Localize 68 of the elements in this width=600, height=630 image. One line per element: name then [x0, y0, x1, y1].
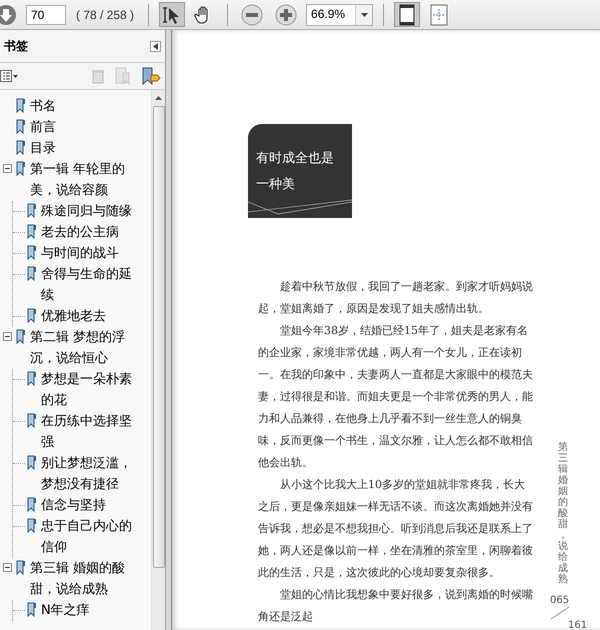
- trash-icon: [91, 68, 105, 84]
- page-number: 161: [568, 620, 588, 630]
- bookmark-icon: [27, 224, 37, 239]
- bookmark-item[interactable]: 优雅地老去: [41, 306, 141, 327]
- scroll-thumb[interactable]: [152, 106, 164, 568]
- bookmark-item[interactable]: 第二辑 梦想的浮沉，说给恒心: [30, 327, 134, 369]
- bookmark-icon: [16, 119, 26, 134]
- bookmark-hand-icon: [141, 67, 161, 85]
- bookmark-icon: [27, 308, 37, 323]
- bookmark-icon: [27, 203, 37, 218]
- panel-title: 书签: [4, 38, 28, 54]
- body-paragraph: 趁着中秋节放假，我回了一趟老家。到家才听妈妈说起，堂姐离婚了，原因是发现了姐夫感情出轨。: [258, 279, 534, 317]
- page-icon: [397, 4, 418, 26]
- expand-page-icon: [429, 4, 450, 26]
- bookmark-item[interactable]: 信念与坚持: [41, 495, 141, 516]
- bookmark-item[interactable]: 老去的公主病: [41, 222, 141, 243]
- bookmark-item[interactable]: 与时间的战斗: [41, 243, 141, 264]
- bookmark-item[interactable]: 前言: [30, 117, 134, 138]
- plus-icon: [275, 4, 298, 26]
- bookmark-icon: [27, 371, 37, 386]
- body-paragraph: 堂姐今年38岁，结婚已经15年了，姐夫是老家有名的企业家，家境非常优越，两人有一个女儿，正在读初一。在我的印象中，夫妻两人一直都是大家眼中的模范夫妻，过得很是和谐。而姐夫更是一个非常优秀的男人，能力和人品兼得，在他身上几乎看不到一丝生意人的铜臭味，反而更像一个书生，温文尔雅，让人怎么都不敢相信他会出轨。: [258, 323, 534, 471]
- bookmark-icon: [16, 329, 26, 344]
- bookmark-item[interactable]: 第一辑 年轮里的美，说给容颜: [30, 159, 134, 201]
- down-arrow-icon: [0, 4, 17, 26]
- zoom-field[interactable]: 66.9%: [306, 4, 374, 26]
- bookmark-item[interactable]: 梦想是一朵朴素的花: [41, 369, 141, 411]
- bookmark-icon: [16, 560, 26, 575]
- left-arrow-icon: [153, 42, 158, 50]
- bookmark-icon: [27, 602, 37, 617]
- bookmark-icon: [27, 497, 37, 512]
- chapter-title: 有时成全也是一种美: [256, 150, 335, 194]
- bookmark-item[interactable]: 在历练中选择坚强: [41, 411, 141, 453]
- bookmark-item[interactable]: N年之痒: [41, 600, 141, 621]
- bookmark-item[interactable]: 别让梦想泛滥，梦想没有捷径: [41, 453, 141, 495]
- bookmark-icon: [27, 455, 37, 470]
- bookmark-item[interactable]: 舍得与生命的延续: [41, 264, 141, 306]
- expand-bookmark-button[interactable]: [141, 67, 161, 85]
- scrollbar[interactable]: [151, 90, 165, 630]
- minus-box-icon[interactable]: [2, 332, 12, 341]
- bookmark-item[interactable]: 书名: [30, 96, 134, 117]
- up-arrow-icon: [155, 96, 162, 100]
- options-button[interactable]: [0, 70, 18, 82]
- bookmark-item[interactable]: 忠于自己内心的信仰: [41, 516, 141, 558]
- bookmark-icon: [27, 266, 37, 281]
- body-paragraph: 从小这个比我大上10多岁的堂姐就非常疼我，长大之后，更是像亲姐妹一样无话不谈。而这次离婚她并没有告诉我，想必是不想我担心。听到消息后我还是联系上了她，两人还是像以前一样，坐在清雅的茶室里，闲聊着彼此的生活，只是，这次彼此的心境却要复杂很多。: [258, 477, 534, 581]
- page-count: ( 78 / 258 ): [76, 8, 134, 22]
- bookmark-icon: [27, 413, 37, 428]
- body-paragraph: 堂姐的心情比我想象中要好很多，说到离婚的时候嘴角还是泛起: [258, 587, 534, 625]
- slash-line-icon: [550, 606, 570, 620]
- minus-box-icon[interactable]: [2, 164, 12, 173]
- running-head: 第三辑婚姻的酸甜，说给成熟: [558, 442, 568, 585]
- caret-icon: [360, 12, 368, 16]
- bookmark-item[interactable]: 目录: [30, 138, 134, 159]
- bookmark-icon: [16, 140, 26, 155]
- fit-page-button[interactable]: [394, 2, 420, 27]
- bookmark-icon: [27, 518, 37, 533]
- bookmark-page-icon: [115, 67, 131, 85]
- select-tool-button[interactable]: [159, 2, 186, 27]
- page-number-field[interactable]: 70: [26, 4, 66, 24]
- page-number: 065: [550, 595, 570, 606]
- collapse-panel-button[interactable]: [150, 40, 161, 52]
- minus-box-icon[interactable]: [2, 563, 12, 572]
- bookmark-icon: [16, 98, 26, 113]
- bookmark-item[interactable]: 殊途同归与随缘: [41, 201, 141, 222]
- bookmark-icon: [27, 245, 37, 260]
- bookmark-item[interactable]: 第三辑 婚姻的酸甜，说给成熟: [30, 558, 134, 600]
- bookmark-icon: [16, 161, 26, 176]
- minus-icon: [241, 4, 264, 26]
